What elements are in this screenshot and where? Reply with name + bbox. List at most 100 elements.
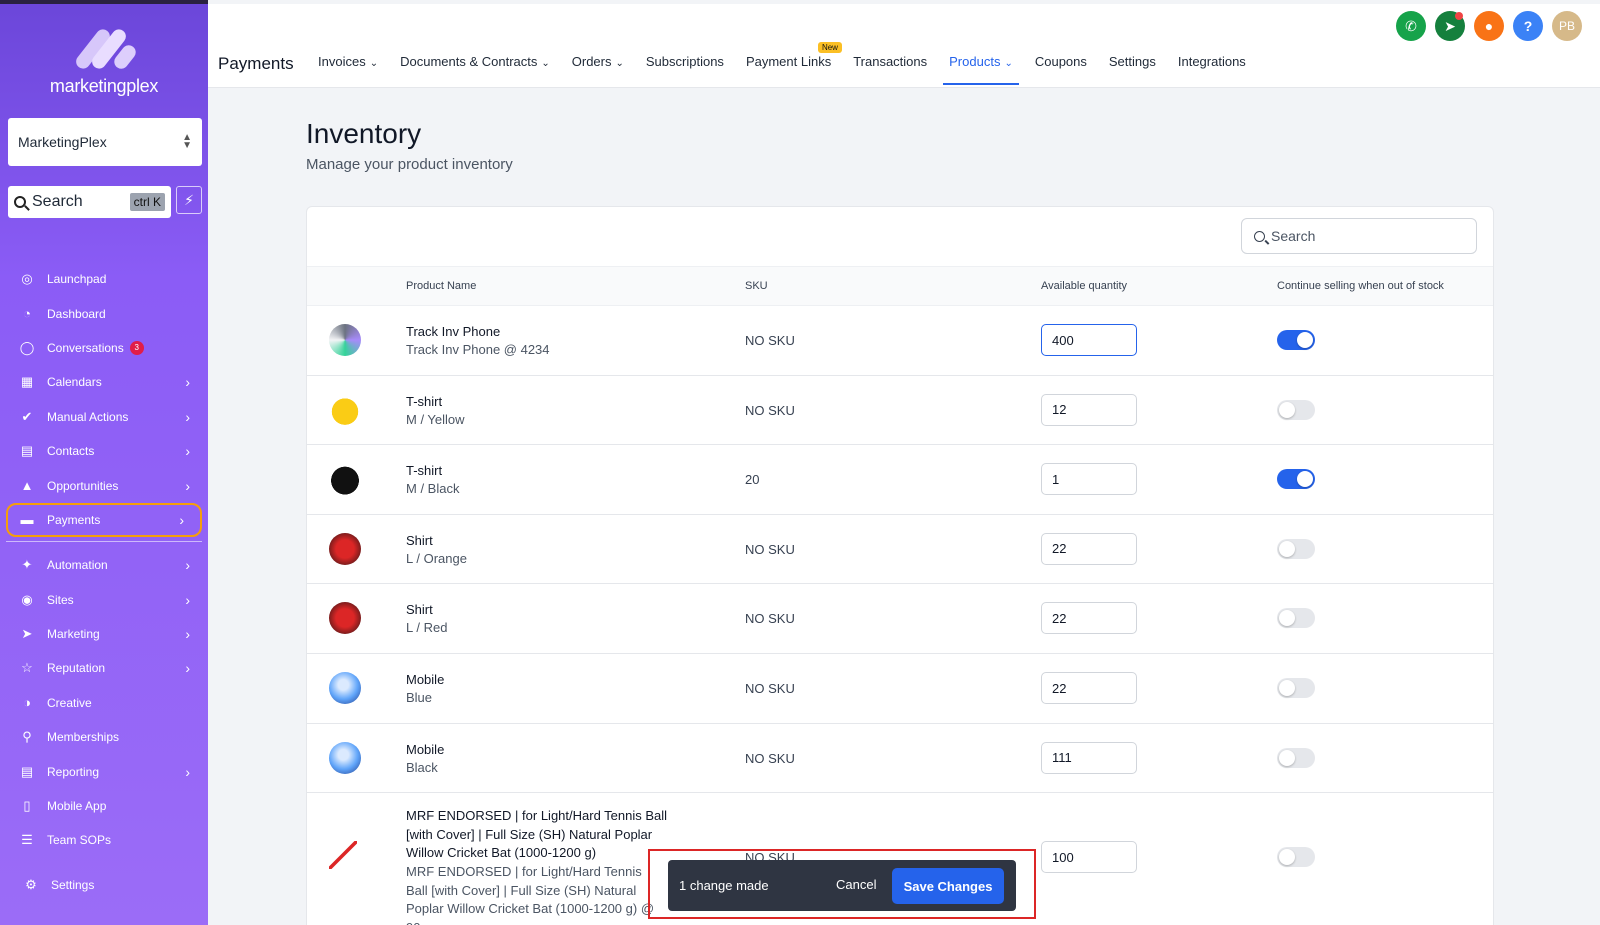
tab-label: Payment Links	[745, 54, 832, 69]
search-icon	[1254, 230, 1265, 242]
gear-icon: ⚙	[25, 876, 37, 892]
sidebar-item-sites[interactable]: ◉ Sites ›	[0, 583, 208, 617]
sidebar-item-conversations[interactable]: ◯ Conversations 3	[0, 331, 208, 365]
sidebar-item-contacts[interactable]: ▤ Contacts ›	[0, 434, 208, 468]
tab-products[interactable]: Products ⌄	[943, 54, 1019, 85]
tab-invoices[interactable]: Invoices ⌄	[318, 54, 378, 85]
tab-integrations[interactable]: Integrations	[1178, 54, 1246, 85]
sidebar-item-payments[interactable]: ▬ Payments ›	[6, 502, 202, 538]
product-variant: MRF ENDORSED | for Light/Hard Tennis Bal…	[406, 864, 655, 925]
tab-orders[interactable]: Orders ⌄	[572, 54, 624, 85]
sidebar-item-label: Automation	[47, 558, 108, 573]
chevron-right-icon: ›	[179, 511, 184, 528]
continue-selling-toggle[interactable]	[1277, 538, 1315, 559]
sidebar-search-label: Search	[32, 193, 83, 210]
sidebar-search[interactable]: Search ctrl K	[8, 186, 171, 218]
tab-label: Settings	[1108, 54, 1156, 69]
continue-selling-toggle[interactable]	[1277, 330, 1315, 350]
chevron-down-icon: ⌄	[1004, 58, 1013, 69]
tab-payment-links[interactable]: Payment Links New	[745, 42, 842, 85]
sidebar-item-label: Creative	[47, 695, 92, 710]
sidebar-item-memberships[interactable]: ⚲ Memberships	[0, 720, 208, 754]
product-name: T-shirt	[406, 393, 443, 409]
available-quantity-input[interactable]	[1041, 841, 1137, 874]
available-quantity-input[interactable]	[1041, 672, 1137, 704]
product-sku: NO SKU	[745, 750, 795, 766]
product-name: Mobile	[406, 672, 445, 687]
table-row: Shirt L / Red NO SKU	[307, 584, 1493, 654]
tab-transactions[interactable]: Transactions	[853, 54, 927, 85]
table-row: Shirt L / Orange NO SKU	[307, 515, 1493, 585]
available-quantity-input[interactable]	[1041, 393, 1137, 426]
contact-book-icon: ▤	[20, 443, 34, 459]
sidebar-item-reporting[interactable]: ▤ Reporting ›	[0, 754, 208, 788]
inventory-search-input[interactable]: Search	[1241, 218, 1477, 254]
continue-selling-toggle[interactable]	[1277, 399, 1315, 420]
tab-bar: Invoices ⌄ Documents & Contracts ⌄ Orders ⌄ Su…	[318, 42, 1268, 85]
available-quantity-input[interactable]	[1041, 741, 1137, 774]
search-icon	[14, 196, 26, 208]
tab-documents-contracts[interactable]: Documents & Contracts ⌄	[400, 54, 550, 85]
sidebar-item-opportunities[interactable]: ▲ Opportunities ›	[0, 468, 208, 502]
help-icon[interactable]: ?	[1513, 11, 1543, 41]
product-sku: NO SKU	[745, 541, 795, 557]
sidebar-item-mobile-app[interactable]: ▯ Mobile App	[0, 789, 208, 823]
quick-actions-bolt-icon[interactable]: ⚡︎	[176, 186, 202, 214]
account-name: MarketingPlex	[18, 134, 107, 150]
sidebar-item-marketing[interactable]: ➤ Marketing ›	[0, 617, 208, 651]
available-quantity-input[interactable]	[1041, 602, 1137, 635]
product-thumbnail	[329, 602, 361, 635]
save-changes-button[interactable]: Save Changes	[892, 868, 1004, 904]
new-badge: New	[817, 42, 842, 53]
sidebar-item-label: Settings	[51, 877, 95, 892]
avatar[interactable]: PB	[1552, 11, 1582, 41]
cancel-button[interactable]: Cancel	[836, 877, 876, 892]
continue-selling-toggle[interactable]	[1277, 747, 1315, 768]
continue-selling-toggle[interactable]	[1277, 678, 1315, 698]
sidebar-item-automation[interactable]: ✦ Automation ›	[0, 548, 208, 582]
flame-icon: ▲	[20, 478, 34, 494]
sidebar-item-manual-actions[interactable]: ✔ Manual Actions ›	[0, 400, 208, 434]
logo[interactable]: marketingplex	[0, 26, 208, 97]
chevron-right-icon: ›	[185, 660, 190, 677]
available-quantity-input[interactable]	[1041, 324, 1137, 356]
notification-dot	[1455, 12, 1463, 20]
sidebar-item-label: Reputation	[47, 661, 106, 676]
tab-coupons[interactable]: Coupons	[1035, 54, 1087, 85]
phone-icon[interactable]: ✆	[1396, 11, 1426, 41]
app: marketingplex MarketingPlex ▲ ▼ Search ct…	[0, 0, 1600, 925]
account-switcher[interactable]: MarketingPlex ▲ ▼	[8, 118, 202, 166]
chevron-right-icon: ›	[185, 763, 190, 780]
continue-selling-toggle[interactable]	[1277, 608, 1315, 629]
product-thumbnail	[329, 463, 361, 496]
logo-text: marketingplex	[49, 76, 159, 96]
sidebar-item-launchpad[interactable]: ◎ Launchpad	[0, 262, 208, 296]
sidebar-item-dashboard[interactable]: ◔ Dashboard	[0, 296, 208, 330]
tab-subscriptions[interactable]: Subscriptions	[646, 54, 724, 85]
product-thumbnail	[329, 672, 361, 704]
available-quantity-input[interactable]	[1041, 463, 1137, 496]
chat-icon: ◯	[19, 339, 35, 355]
table-row: Mobile Blue NO SKU	[307, 654, 1493, 724]
credit-card-icon: ▬	[20, 512, 34, 528]
tab-label: Invoices	[318, 54, 366, 69]
product-thumbnail	[329, 841, 357, 870]
chart-icon: ▤	[20, 763, 34, 779]
product-sku: NO SKU	[745, 611, 795, 627]
sidebar-item-team-sops[interactable]: ☰ Team SOPs	[0, 823, 208, 857]
product-name: Shirt	[406, 532, 433, 548]
product-name: Mobile	[406, 741, 445, 757]
phone-icon: ▯	[23, 798, 31, 814]
continue-selling-toggle[interactable]	[1277, 847, 1315, 868]
megaphone-icon[interactable]: ➤	[1435, 11, 1465, 41]
continue-selling-toggle[interactable]	[1277, 469, 1315, 490]
bell-icon[interactable]: ●	[1474, 11, 1504, 41]
sidebar-item-reputation[interactable]: ☆ Reputation ›	[0, 651, 208, 685]
column-header-sku: SKU	[745, 280, 768, 292]
available-quantity-input[interactable]	[1041, 532, 1137, 565]
sidebar-item-creative[interactable]: ◑ Creative	[0, 686, 208, 720]
sidebar-item-calendars[interactable]: ▦ Calendars ›	[0, 365, 208, 399]
tab-settings[interactable]: Settings	[1109, 54, 1156, 85]
sidebar-item-settings[interactable]: ⚙ Settings	[0, 868, 208, 902]
product-variant: Blue	[406, 690, 433, 705]
